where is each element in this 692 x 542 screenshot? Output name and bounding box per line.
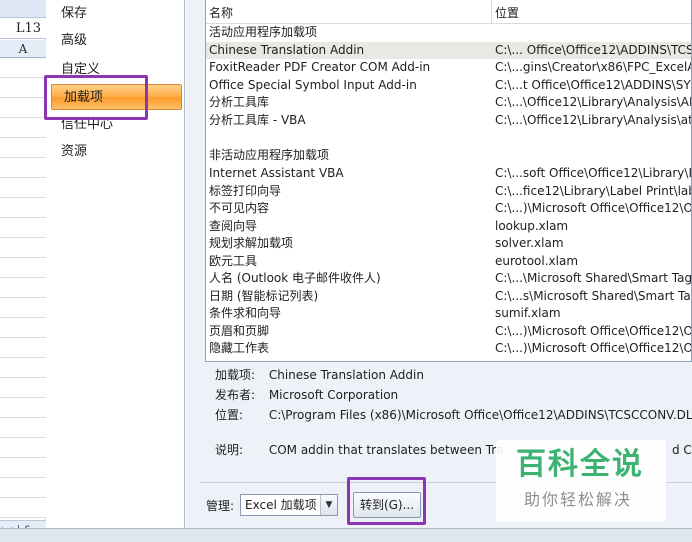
list-item[interactable]: 规划求解加载项 solver.xlam (206, 235, 691, 253)
addin-location: C:\...t Office\Office12\ADDINS\SYM (495, 77, 692, 92)
addin-location: C:\...\Office12\Library\Analysis\AN (495, 95, 692, 109)
list-item[interactable]: 查阅向导 lookup.xlam (206, 218, 691, 236)
nav-item-save[interactable]: 保存 (61, 3, 87, 25)
addin-location: eurotool.xlam (495, 253, 579, 268)
list-item[interactable]: Internet Assistant VBA C:\...soft Office… (206, 165, 692, 183)
addin-name: Office Special Symbol Input Add-in (209, 77, 417, 92)
addin-name: Chinese Translation Addin (209, 42, 365, 57)
detail-location-label: 位置: (215, 408, 244, 422)
list-item[interactable]: 条件求和向导 sumif.xlam (206, 305, 691, 323)
list-item[interactable]: Chinese Translation Addin C:\... Office\… (206, 41, 692, 59)
addin-location: C:\...\Microsoft Shared\Smart Tag\ (495, 271, 692, 285)
addin-name: 规划求解加载项 (209, 236, 294, 250)
list-item[interactable]: 人名 (Outlook 电子邮件收件人) C:\...\Microsoft Sh… (206, 270, 692, 288)
addin-location: C:\...\Office12\Library\Analysis\atp (495, 112, 692, 127)
nav-item-customize[interactable]: 自定义 (61, 59, 100, 81)
watermark-subtitle: 助你轻松解决 (524, 490, 633, 509)
addin-name: 隐藏工作表 (209, 341, 270, 355)
header-location[interactable]: 位置 (495, 4, 519, 21)
column-header-a[interactable]: A (0, 40, 46, 58)
addin-location: solver.xlam (495, 236, 564, 250)
nav-item-advanced[interactable]: 高级 (61, 30, 87, 52)
watermark: 百科全说 助你轻松解决 (496, 440, 666, 522)
header-divider (491, 0, 492, 24)
detail-addin: 加载项: Chinese Translation Addin (215, 366, 424, 384)
list-item[interactable]: 页眉和页脚 C:\...)\Microsoft Office\Office12\… (206, 323, 692, 341)
addin-location: C:\...)\Microsoft Office\Office12\OI (495, 323, 692, 338)
excel-ribbon-edge (0, 0, 46, 18)
sheet-grid[interactable] (0, 58, 46, 518)
addin-name: 分析工具库 - VBA (209, 112, 306, 127)
detail-publisher-value: Microsoft Corporation (268, 388, 399, 402)
active-section-title: 活动应用程序加载项 (209, 25, 318, 39)
addin-location: C:\...)\Microsoft Office\Office12\OI (495, 201, 692, 215)
addin-name: 页眉和页脚 (209, 323, 270, 338)
addin-name: 不可见内容 (209, 201, 270, 215)
chevron-down-icon[interactable]: ▼ (320, 495, 337, 515)
nav-item-trust-center[interactable]: 信任中心 (61, 114, 113, 136)
addin-location: C:\...soft Office\Office12\Library\H (495, 166, 692, 180)
excel-sheet-strip: L13 A ▸ ▸| S (0, 0, 46, 542)
detail-description-value: COM addin that translates between Tra (268, 443, 504, 457)
list-item[interactable]: 日期 (智能标记列表) C:\...s\Microsoft Shared\Sma… (206, 288, 692, 306)
list-header: 名称 位置 (206, 0, 691, 24)
addin-name: 条件求和向导 (209, 306, 282, 320)
addin-name: FoxitReader PDF Creator COM Add-in (209, 60, 431, 74)
header-name[interactable]: 名称 (209, 4, 233, 21)
window-bottom-edge (0, 528, 692, 542)
detail-description-tail: d Ch (672, 443, 692, 457)
options-nav: 保存 高级 自定义 加载项 信任中心 资源 (47, 0, 185, 528)
detail-description-label: 说明: (215, 443, 244, 457)
list-item[interactable]: 隐藏工作表 C:\...)\Microsoft Office\Office12\… (206, 340, 692, 358)
addin-location: lookup.xlam (495, 218, 569, 233)
addin-location: C:\...gins\Creator\x86\FPC_ExcelAc (495, 60, 692, 74)
addins-list[interactable]: 名称 位置 活动应用程序加载项 Chinese Translation Addi… (205, 0, 692, 362)
detail-publisher: 发布者: Microsoft Corporation (215, 386, 398, 404)
addin-location: C:\... Office\Office12\ADDINS\TCSC (495, 42, 692, 57)
addin-location: C:\...)\Microsoft Office\Office12\OI (495, 341, 692, 355)
detail-addin-label: 加载项: (215, 368, 256, 382)
detail-addin-value: Chinese Translation Addin (268, 368, 424, 382)
list-item[interactable]: Office Special Symbol Input Add-in C:\..… (206, 77, 692, 95)
inactive-section-title: 非活动应用程序加载项 (209, 148, 330, 162)
addin-name: Internet Assistant VBA (209, 166, 344, 180)
list-item[interactable]: 标签打印向导 C:\...fice12\Library\Label Print\… (206, 183, 692, 201)
list-item[interactable]: 分析工具库 - VBA C:\...\Office12\Library\Anal… (206, 112, 692, 130)
detail-location: 位置: C:\Program Files (x86)\Microsoft Off… (215, 406, 692, 424)
list-item[interactable]: 欧元工具 eurotool.xlam (206, 253, 691, 271)
addin-location: C:\...fice12\Library\Label Print\labe (495, 183, 692, 198)
addin-name: 人名 (Outlook 电子邮件收件人) (209, 271, 381, 285)
addin-name: 分析工具库 (209, 95, 270, 109)
list-item[interactable]: FoxitReader PDF Creator COM Add-in C:\..… (206, 59, 692, 77)
addin-location: sumif.xlam (495, 306, 561, 320)
addin-name: 欧元工具 (209, 253, 258, 268)
manage-label: 管理: (206, 499, 235, 513)
manage-select-value: Excel 加载项 (245, 498, 317, 512)
addin-name: 日期 (智能标记列表) (209, 288, 319, 303)
goto-button[interactable]: 转到(G)... (353, 492, 421, 518)
detail-location-value: C:\Program Files (x86)\Microsoft Office\… (268, 408, 692, 422)
addin-name: 标签打印向导 (209, 183, 282, 198)
list-item[interactable]: 不可见内容 C:\...)\Microsoft Office\Office12\… (206, 200, 692, 218)
nav-item-addins[interactable]: 加载项 (51, 84, 182, 110)
detail-description: 说明: COM addin that translates between Tr… (215, 441, 504, 459)
manage-select[interactable]: Excel 加载项 ▼ (240, 494, 338, 516)
list-item[interactable]: 分析工具库 C:\...\Office12\Library\Analysis\A… (206, 94, 692, 112)
addin-location: C:\...s\Microsoft Shared\Smart Tag (495, 288, 692, 303)
nav-item-resources[interactable]: 资源 (61, 141, 87, 163)
watermark-title: 百科全说 (516, 447, 644, 482)
detail-publisher-label: 发布者: (215, 388, 256, 402)
name-box[interactable]: L13 (0, 19, 46, 39)
addin-name: 查阅向导 (209, 218, 258, 233)
